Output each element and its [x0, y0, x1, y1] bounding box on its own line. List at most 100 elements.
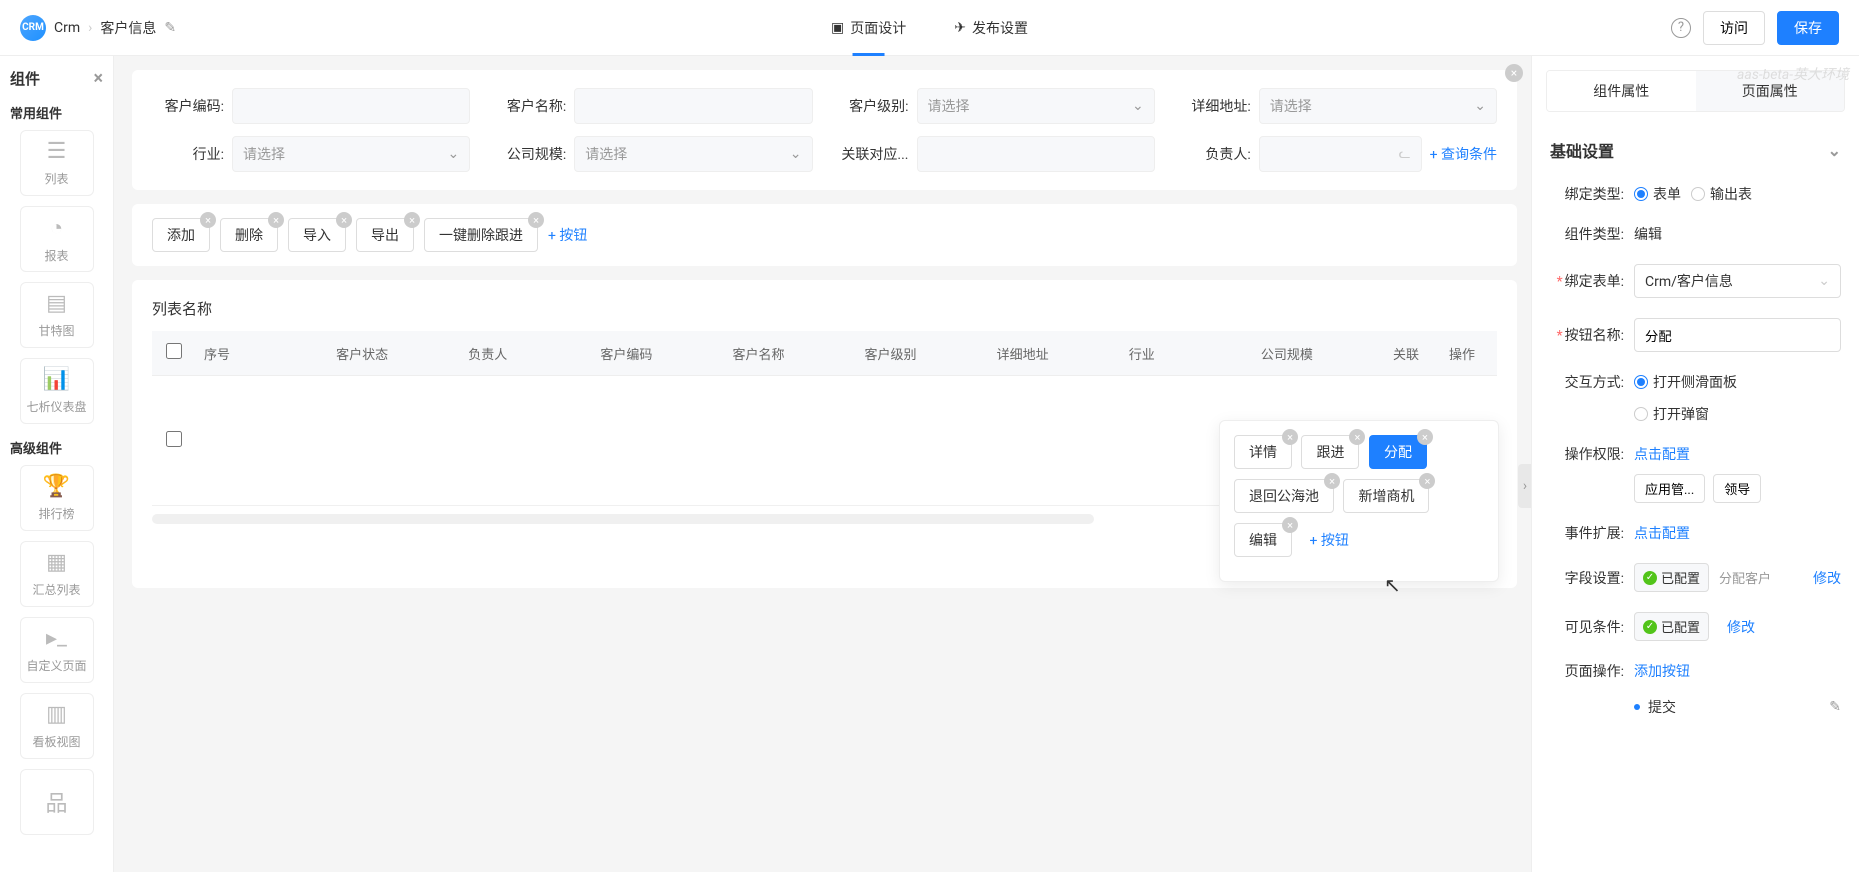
- save-button[interactable]: 保存: [1777, 11, 1839, 45]
- expand-handle[interactable]: ›: [1518, 464, 1531, 508]
- code-icon: ▸_: [46, 626, 67, 651]
- radio-slide-panel[interactable]: 打开侧滑面板: [1634, 372, 1737, 392]
- pie-icon: ◔: [50, 215, 63, 241]
- toolbar-export[interactable]: 导出×: [356, 218, 414, 252]
- app-logo: CRM: [20, 15, 46, 41]
- filter-code-input[interactable]: [232, 88, 470, 124]
- filter-name-input[interactable]: [574, 88, 812, 124]
- remove-icon[interactable]: ×: [528, 212, 544, 228]
- filter-owner-input[interactable]: ᓚ: [1259, 136, 1422, 172]
- filter-related-input[interactable]: [917, 136, 1155, 172]
- visible-modify-link[interactable]: 修改: [1727, 617, 1755, 637]
- chevron-down-icon: ⌄: [448, 146, 460, 162]
- filter-panel[interactable]: × 客户编码: 客户名称: 客户级别:请选择⌄ 详细地址:请选择⌄ 行业:请选择…: [132, 70, 1517, 190]
- tab-page-props[interactable]: 页面属性: [1696, 71, 1845, 111]
- tab-publish[interactable]: ✈ 发布设置: [950, 0, 1032, 56]
- summary-icon: ▦: [46, 550, 67, 575]
- component-sidebar: 组件 × 常用组件 ☰列表 ◔报表 ▤甘特图 📊七析仪表盘 高级组件 🏆排行榜 …: [0, 56, 114, 872]
- row-checkbox[interactable]: [166, 431, 182, 447]
- remove-icon[interactable]: ×: [1349, 429, 1365, 445]
- trophy-icon: 🏆: [43, 474, 70, 499]
- add-condition-link[interactable]: + 查询条件: [1430, 144, 1497, 164]
- toolbar-delete[interactable]: 删除×: [220, 218, 278, 252]
- visit-button[interactable]: 访问: [1703, 11, 1765, 45]
- remove-icon[interactable]: ×: [1282, 517, 1298, 533]
- toolbar-add[interactable]: 添加×: [152, 218, 210, 252]
- table-title: 列表名称: [152, 298, 1497, 319]
- perm-app-manage[interactable]: 应用管...: [1634, 474, 1705, 503]
- radio-popup[interactable]: 打开弹窗: [1634, 404, 1709, 424]
- section-advanced: 高级组件: [10, 438, 103, 457]
- event-config-link[interactable]: 点击配置: [1634, 523, 1690, 543]
- filter-scale-select[interactable]: 请选择⌄: [574, 136, 812, 172]
- section-common: 常用组件: [10, 103, 103, 122]
- comp-summary[interactable]: ▦汇总列表: [20, 541, 94, 607]
- toolbar-add-button[interactable]: + 按钮: [548, 225, 587, 245]
- action-detail[interactable]: 详情×: [1234, 435, 1292, 469]
- remove-icon[interactable]: ×: [200, 212, 216, 228]
- remove-icon[interactable]: ×: [1417, 429, 1433, 445]
- field-configured-badge: ✓已配置: [1634, 563, 1709, 592]
- filter-industry-select[interactable]: 请选择⌄: [232, 136, 470, 172]
- remove-icon[interactable]: ×: [1282, 429, 1298, 445]
- select-all-checkbox[interactable]: [166, 343, 182, 359]
- edit-icon[interactable]: ✎: [164, 20, 176, 36]
- action-edit[interactable]: 编辑×: [1234, 523, 1292, 557]
- field-modify-link[interactable]: 修改: [1813, 568, 1841, 588]
- comp-rank[interactable]: 🏆排行榜: [20, 465, 94, 531]
- page-action-submit[interactable]: 提交 ✎: [1634, 691, 1841, 723]
- user-icon: ᓚ: [1399, 146, 1411, 162]
- panel-close-icon[interactable]: ×: [1505, 64, 1523, 82]
- action-add-button[interactable]: + 按钮: [1309, 533, 1348, 549]
- tab-component-props[interactable]: 组件属性: [1547, 71, 1696, 111]
- list-icon: ☰: [47, 139, 67, 164]
- top-tabs: ▣ 页面设计 ✈ 发布设置: [827, 0, 1032, 56]
- layout-icon: ▣: [831, 20, 844, 36]
- breadcrumb: Crm › 客户信息 ✎: [54, 18, 176, 38]
- filter-level-select[interactable]: 请选择⌄: [917, 88, 1155, 124]
- design-canvas: × 客户编码: 客户名称: 客户级别:请选择⌄ 详细地址:请选择⌄ 行业:请选择…: [114, 56, 1531, 872]
- check-icon: ✓: [1643, 571, 1657, 585]
- radio-form[interactable]: 表单: [1634, 184, 1681, 204]
- comp-report[interactable]: ◔报表: [20, 206, 94, 272]
- remove-icon[interactable]: ×: [404, 212, 420, 228]
- top-bar: CRM Crm › 客户信息 ✎ ▣ 页面设计 ✈ 发布设置 ? 访问 保存: [0, 0, 1859, 56]
- remove-icon[interactable]: ×: [1324, 473, 1340, 489]
- horizontal-scrollbar[interactable]: [152, 514, 1094, 524]
- filter-addr-select[interactable]: 请选择⌄: [1259, 88, 1497, 124]
- button-name-input[interactable]: [1634, 318, 1841, 352]
- check-icon: ✓: [1643, 620, 1657, 634]
- toolbar-import[interactable]: 导入×: [288, 218, 346, 252]
- chevron-down-icon: ⌄: [790, 146, 802, 162]
- tree-icon: 品: [45, 786, 67, 818]
- comp-dashboard[interactable]: 📊七析仪表盘: [20, 358, 94, 424]
- breadcrumb-app[interactable]: Crm: [54, 20, 80, 36]
- toolbar-panel[interactable]: 添加× 删除× 导入× 导出× 一键删除跟进× + 按钮: [132, 204, 1517, 266]
- help-icon[interactable]: ?: [1671, 18, 1691, 38]
- radio-output[interactable]: 输出表: [1691, 184, 1752, 204]
- remove-icon[interactable]: ×: [336, 212, 352, 228]
- comp-more[interactable]: 品: [20, 769, 94, 835]
- chevron-down-icon[interactable]: ⌄: [1828, 141, 1841, 160]
- action-new-opportunity[interactable]: 新增商机×: [1343, 479, 1429, 513]
- add-page-button-link[interactable]: 添加按钮: [1634, 661, 1690, 681]
- perm-guide[interactable]: 领导: [1713, 474, 1761, 503]
- comp-custom[interactable]: ▸_自定义页面: [20, 617, 94, 683]
- tab-page-design[interactable]: ▣ 页面设计: [827, 0, 910, 56]
- close-icon[interactable]: ×: [93, 68, 103, 89]
- bind-table-select[interactable]: Crm/客户信息⌄: [1634, 264, 1841, 298]
- chevron-right-icon: ›: [88, 20, 92, 36]
- toolbar-batch-delete[interactable]: 一键删除跟进×: [424, 218, 538, 252]
- comp-kanban[interactable]: ▥看板视图: [20, 693, 94, 759]
- edit-icon[interactable]: ✎: [1829, 699, 1841, 715]
- permission-config-link[interactable]: 点击配置: [1634, 444, 1690, 464]
- comp-gantt[interactable]: ▤甘特图: [20, 282, 94, 348]
- remove-icon[interactable]: ×: [1419, 473, 1435, 489]
- dot-icon: [1634, 704, 1640, 710]
- send-icon: ✈: [954, 20, 966, 36]
- remove-icon[interactable]: ×: [268, 212, 284, 228]
- action-assign[interactable]: 分配×: [1369, 435, 1427, 469]
- action-followup[interactable]: 跟进×: [1301, 435, 1359, 469]
- action-return-pool[interactable]: 退回公海池×: [1234, 479, 1334, 513]
- comp-list[interactable]: ☰列表: [20, 130, 94, 196]
